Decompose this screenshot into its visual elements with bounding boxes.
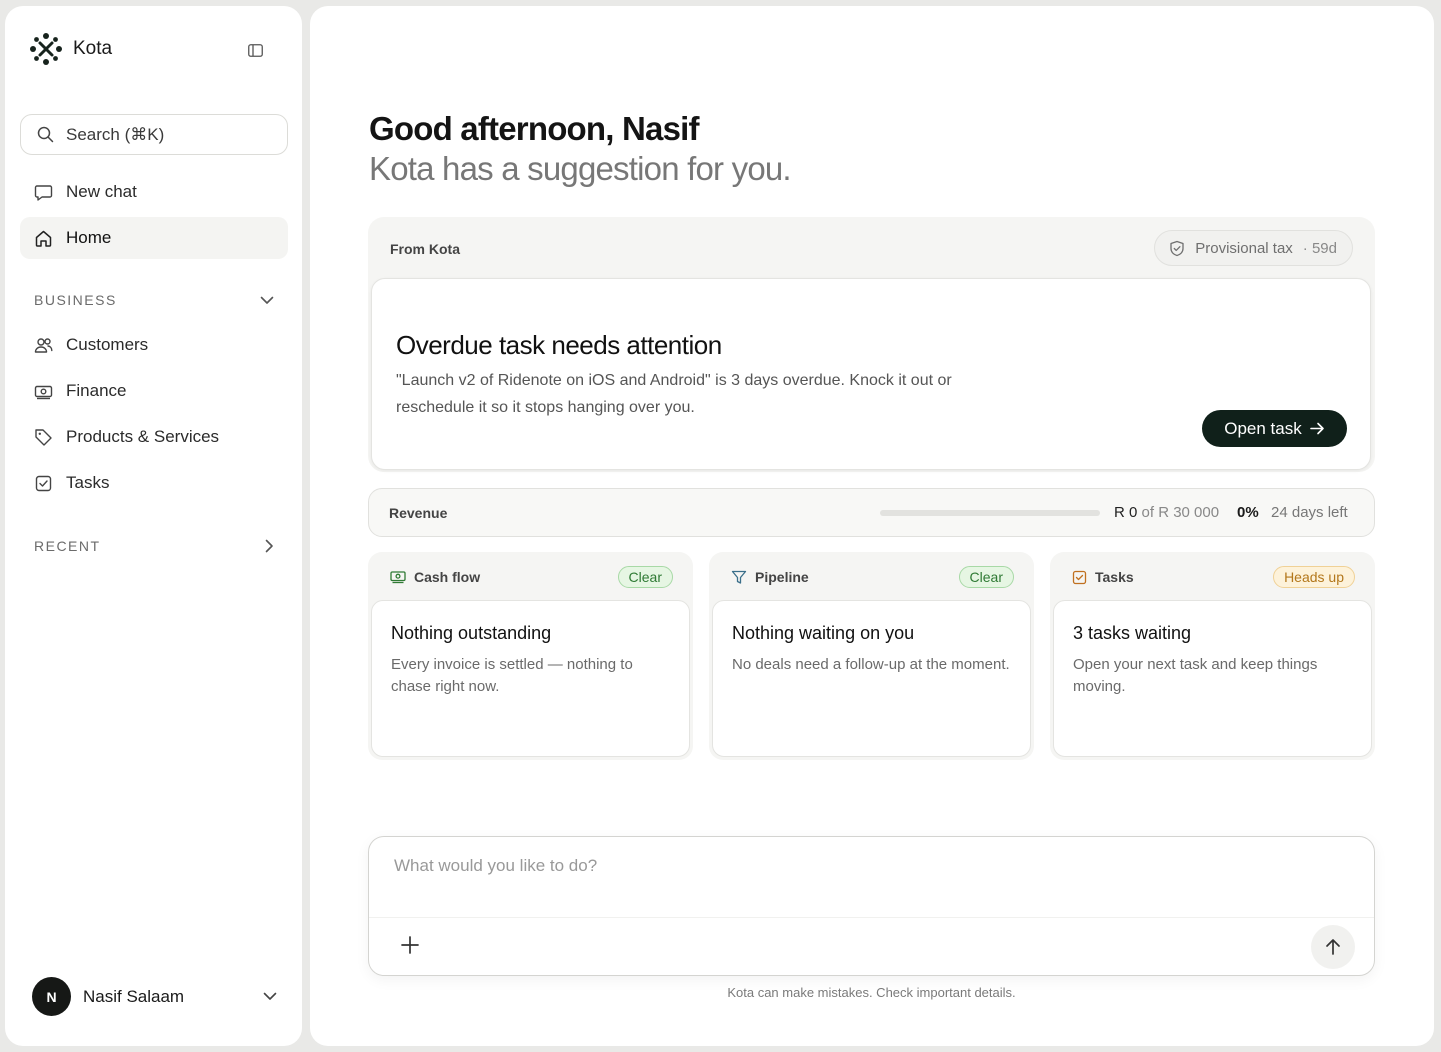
search-button[interactable]: Search (⌘K): [20, 114, 288, 155]
sidebar-item-label: Products & Services: [66, 427, 220, 446]
card-header: Tasks: [1072, 569, 1134, 585]
sidebar-item-new-chat[interactable]: New chat: [20, 171, 288, 213]
status-badge: Clear: [958, 566, 1014, 588]
section-business[interactable]: BUSINESS: [34, 292, 274, 308]
card-content: Nothing outstanding Every invoice is set…: [371, 600, 690, 757]
sidebar-item-tasks[interactable]: Tasks: [20, 462, 288, 504]
banknote-icon: [34, 385, 53, 399]
suggestion-source: From Kota: [390, 241, 460, 257]
card-body: Every invoice is settled — nothing to ch…: [391, 656, 633, 695]
banknote-icon: [390, 571, 406, 584]
tasks-card[interactable]: Tasks Heads up 3 tasks waiting Open your…: [1050, 552, 1375, 760]
sidebar-toggle-button[interactable]: [246, 42, 264, 58]
sidebar-item-label: Customers: [66, 335, 149, 354]
sidebar-panel-icon: [247, 43, 263, 57]
section-business-label: BUSINESS: [34, 292, 117, 308]
chevron-down-icon: [263, 992, 277, 1000]
shield-check-icon: [1170, 240, 1184, 256]
user-menu[interactable]: N Nasif Salaam: [32, 977, 277, 1016]
tag-icon: [35, 428, 52, 446]
chat-bubble-icon: [34, 184, 53, 201]
card-header: Pipeline: [731, 569, 809, 585]
sidebar-item-products-services[interactable]: Products & Services: [20, 416, 288, 458]
chevron-down-icon: [260, 296, 274, 304]
checkbox-icon: [35, 475, 52, 491]
sidebar-item-label: Finance: [66, 381, 127, 400]
sidebar-item-customers[interactable]: Customers: [20, 324, 288, 366]
card-title: Nothing outstanding: [391, 623, 552, 643]
revenue-label: Revenue: [389, 505, 448, 521]
plus-icon: [401, 936, 419, 954]
greeting-title: Good afternoon, Nasif: [369, 110, 700, 147]
overdue-task-card: Overdue task needs attention "Launch v2 …: [371, 278, 1371, 470]
checkbox-icon: [1072, 570, 1087, 584]
greeting-subtitle: Kota has a suggestion for you.: [369, 150, 792, 187]
user-name: Nasif Salaam: [83, 986, 185, 1006]
avatar: N: [32, 977, 71, 1016]
pill-days: · 59d: [1302, 239, 1337, 257]
arrow-up-icon: [1326, 939, 1340, 955]
revenue-days-left: 24 days left: [1271, 504, 1348, 521]
search-icon: [37, 126, 54, 143]
main-panel: Good afternoon, Nasif Kota has a suggest…: [310, 6, 1434, 1046]
revenue-current: R 0: [1114, 504, 1138, 521]
arrow-right-icon: [1309, 422, 1324, 435]
sidebar-item-home[interactable]: Home: [20, 217, 288, 259]
card-content: 3 tasks waiting Open your next task and …: [1053, 600, 1372, 757]
revenue-amount: R 0 of R 30 000: [1114, 504, 1219, 521]
suggestion-panel: From Kota Provisional tax · 59d Overdue …: [368, 217, 1375, 472]
send-button[interactable]: [1311, 925, 1355, 969]
composer-divider: [369, 917, 1374, 918]
chevron-right-icon: [265, 539, 273, 553]
brand[interactable]: Kota: [29, 32, 112, 66]
pill-label: Provisional tax: [1195, 239, 1293, 257]
card-title: 3 tasks waiting: [1073, 623, 1192, 643]
section-recent[interactable]: RECENT: [34, 538, 274, 554]
disclaimer: Kota can make mistakes. Check important …: [727, 985, 1016, 1000]
open-task-label: Open task: [1224, 418, 1302, 438]
chat-composer: [368, 836, 1375, 976]
section-recent-label: RECENT: [34, 538, 101, 554]
status-badge: Heads up: [1273, 566, 1355, 588]
revenue-bar: Revenue R 0 of R 30 000 0% 24 days left: [368, 488, 1375, 537]
sidebar: Kota Search (⌘K) New chat Home BUSINESS: [5, 6, 302, 1046]
card-heading: Pipeline: [755, 569, 809, 585]
provisional-tax-pill[interactable]: Provisional tax · 59d: [1154, 230, 1353, 266]
card-content: Nothing waiting on you No deals need a f…: [712, 600, 1031, 757]
sidebar-item-label: New chat: [66, 182, 137, 201]
sidebar-item-label: Tasks: [66, 473, 110, 492]
sidebar-item-finance[interactable]: Finance: [20, 370, 288, 412]
prompt-input[interactable]: [394, 856, 1294, 876]
users-icon: [34, 337, 53, 353]
attach-button[interactable]: [400, 935, 420, 955]
kota-logo-icon: [30, 33, 62, 65]
cash-flow-card[interactable]: Cash flow Clear Nothing outstanding Ever…: [368, 552, 693, 760]
card-heading: Tasks: [1095, 569, 1134, 585]
open-task-button[interactable]: Open task: [1202, 410, 1347, 447]
card-body: No deals need a follow-up at the moment.: [732, 656, 1010, 673]
task-card-body: "Launch v2 of Ridenote on iOS and Androi…: [396, 372, 952, 416]
card-heading: Cash flow: [414, 569, 481, 585]
revenue-percent: 0%: [1237, 504, 1259, 521]
brand-name: Kota: [73, 38, 113, 59]
revenue-target: of R 30 000: [1141, 504, 1220, 521]
home-icon: [35, 230, 52, 247]
search-label: Search (⌘K): [66, 124, 165, 144]
card-body: Open your next task and keep things movi…: [1073, 656, 1318, 695]
status-badge: Clear: [617, 566, 673, 588]
task-card-title: Overdue task needs attention: [396, 330, 722, 360]
filter-icon: [731, 570, 747, 584]
revenue-progress-track: [880, 510, 1100, 516]
card-title: Nothing waiting on you: [732, 623, 915, 643]
pipeline-card[interactable]: Pipeline Clear Nothing waiting on you No…: [709, 552, 1034, 760]
card-header: Cash flow: [390, 569, 480, 585]
sidebar-item-label: Home: [66, 228, 112, 247]
